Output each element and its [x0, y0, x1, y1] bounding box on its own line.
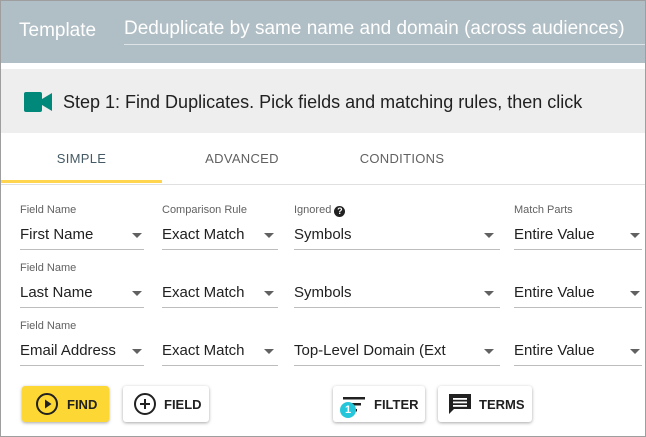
chevron-down-icon [630, 349, 640, 354]
find-button-label: FIND [67, 397, 98, 412]
field-underline [294, 307, 500, 308]
chevron-down-icon [132, 233, 142, 238]
field-name-label: Field Name [20, 204, 77, 216]
chevron-down-icon [264, 349, 274, 354]
comment-icon [449, 394, 471, 414]
field-underline [294, 365, 500, 366]
add-circle-icon [134, 393, 156, 415]
chevron-down-icon [484, 291, 494, 296]
find-button[interactable]: FIND [22, 386, 109, 422]
tab-advanced[interactable]: ADVANCED [162, 134, 322, 184]
ignored-value: Symbols [294, 284, 352, 301]
field-underline [514, 307, 642, 308]
ignored-value: Top-Level Domain (Ext [294, 342, 446, 359]
chevron-down-icon [484, 233, 494, 238]
field-name-value: First Name [20, 226, 94, 243]
comparison-rule-value: Exact Match [162, 226, 245, 243]
field-underline [514, 365, 642, 366]
filter-count-badge: 1 [340, 402, 356, 418]
match-parts-value: Entire Value [514, 342, 595, 359]
template-label: Template [19, 20, 97, 41]
play-circle-icon [36, 393, 58, 415]
chevron-down-icon [132, 291, 142, 296]
dedupe-window: Template Deduplicate by same name and do… [0, 0, 646, 437]
field-underline [20, 249, 144, 250]
comparison-rule-value: Exact Match [162, 284, 245, 301]
chevron-down-icon [630, 291, 640, 296]
chevron-down-icon [132, 349, 142, 354]
ignored-value: Symbols [294, 226, 352, 243]
add-field-button-label: FIELD [164, 397, 202, 412]
comparison-rule-value: Exact Match [162, 342, 245, 359]
field-name-value: Email Address [20, 342, 116, 359]
add-field-button[interactable]: FIELD [123, 386, 209, 422]
field-underline [162, 307, 278, 308]
match-parts-value: Entire Value [514, 284, 595, 301]
terms-button[interactable]: TERMS [438, 386, 532, 422]
field-underline [20, 307, 144, 308]
match-parts-label: Match Parts [514, 204, 573, 216]
filter-button-label: FILTER [374, 397, 419, 412]
ignored-label: Ignored? [294, 204, 346, 217]
match-parts-value: Entire Value [514, 226, 595, 243]
filter-button[interactable]: 1 FILTER [333, 386, 425, 422]
tab-conditions[interactable]: CONDITIONS [322, 134, 482, 184]
ignored-label-text: Ignored [294, 204, 332, 216]
tab-bar: SIMPLE ADVANCED CONDITIONS [1, 134, 645, 185]
field-underline [20, 365, 144, 366]
comparison-rule-label: Comparison Rule [162, 204, 247, 216]
field-underline [514, 249, 642, 250]
help-icon[interactable]: ? [334, 206, 346, 217]
field-name-label: Field Name [20, 262, 77, 274]
field-name-value: Last Name [20, 284, 93, 301]
tab-simple[interactable]: SIMPLE [1, 134, 162, 184]
terms-button-label: TERMS [479, 397, 525, 412]
chevron-down-icon [484, 349, 494, 354]
video-camera-icon [24, 92, 52, 112]
field-underline [162, 249, 278, 250]
field-underline [294, 249, 500, 250]
chevron-down-icon [264, 291, 274, 296]
field-underline [162, 365, 278, 366]
field-name-label: Field Name [20, 320, 77, 332]
chevron-down-icon [264, 233, 274, 238]
template-input[interactable]: Deduplicate by same name and domain (acr… [124, 18, 645, 45]
chevron-down-icon [630, 233, 640, 238]
active-tab-indicator [1, 180, 162, 183]
step-title: Step 1: Find Duplicates. Pick fields and… [63, 92, 583, 112]
